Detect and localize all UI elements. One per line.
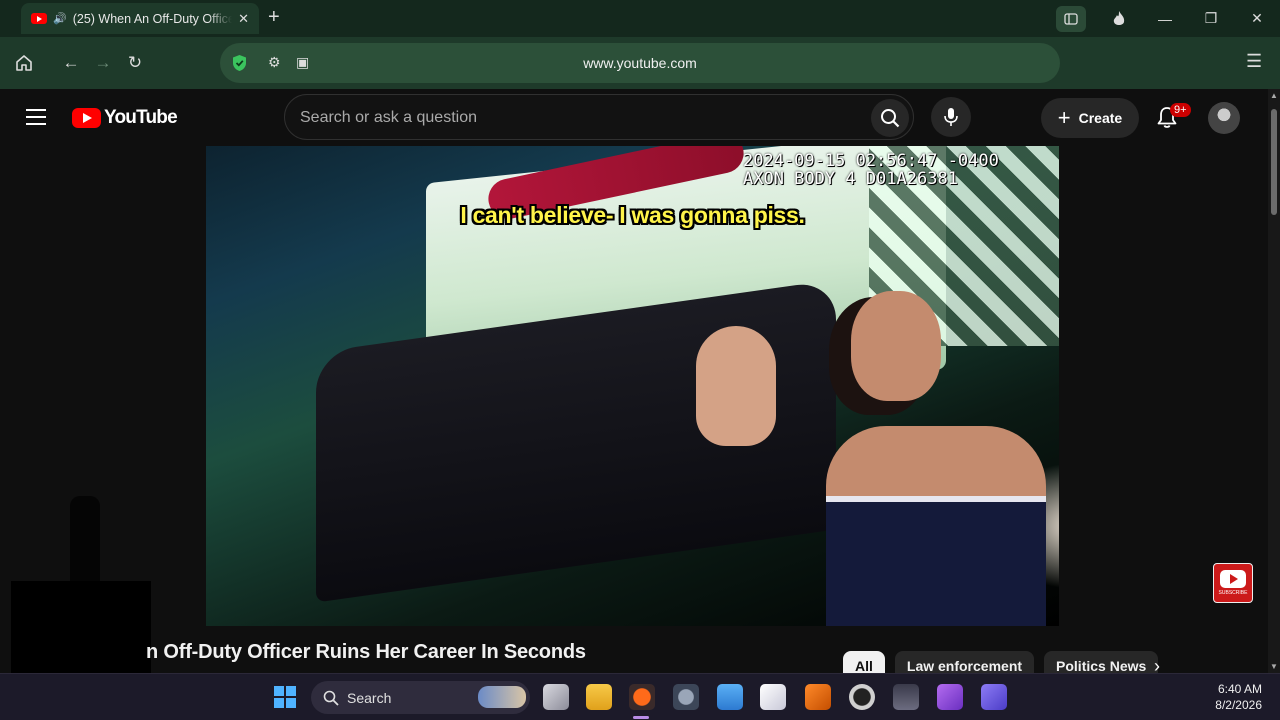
browser-toolbar: ← → ↻ ⚙ ▣ www.youtube.com ☰ — [0, 37, 1280, 89]
browser-app-icon[interactable] — [629, 684, 655, 710]
create-button[interactable]: + Create — [1041, 98, 1139, 138]
watermark-label: SUBSCRIBE — [1218, 590, 1248, 596]
file-explorer-icon[interactable] — [586, 684, 612, 710]
voice-search-button[interactable] — [931, 97, 971, 137]
search-icon — [881, 109, 900, 128]
flame-icon[interactable] — [1096, 0, 1142, 37]
url-text: www.youtube.com — [583, 55, 697, 71]
close-tab-icon[interactable]: ✕ — [238, 11, 249, 27]
reload-icon[interactable]: ↻ — [123, 51, 147, 75]
back-icon[interactable]: ← — [59, 51, 83, 75]
video-frame[interactable]: 2024-09-15 02:56:47 -0400 AXON BODY 4 D0… — [206, 146, 1059, 626]
search-input[interactable]: Search or ask a question — [300, 109, 477, 127]
taskbar-search-label: Search — [347, 689, 392, 706]
youtube-wordmark: YouTube — [104, 107, 178, 128]
youtube-logo[interactable]: YouTube — [72, 107, 178, 129]
scrollbar-thumb[interactable] — [1271, 109, 1277, 215]
background-silhouette — [70, 496, 100, 586]
notepad-icon[interactable] — [717, 684, 743, 710]
notification-badge: 9+ — [1170, 103, 1191, 117]
video-caption: I can't believe- I was gonna piss. — [460, 202, 805, 228]
page-scrollbar[interactable]: ▲ ▼ — [1268, 89, 1280, 673]
app-launcher-icon[interactable] — [981, 684, 1007, 710]
microphone-icon — [944, 108, 958, 126]
address-bar[interactable]: ⚙ ▣ www.youtube.com — [220, 43, 1060, 83]
bodycam-timestamp: 2024-09-15 02:56:47 -0400 — [743, 151, 999, 171]
search-icon — [323, 690, 339, 706]
close-window-icon[interactable]: ✕ — [1234, 0, 1280, 37]
audio-playing-icon[interactable]: 🔊 — [53, 12, 67, 25]
scroll-up-icon[interactable]: ▲ — [1270, 91, 1278, 100]
clock-date: 8/2/2026 — [1215, 698, 1262, 712]
video-player[interactable]: 2024-09-15 02:56:47 -0400 AXON BODY 4 D0… — [0, 146, 1268, 626]
paint-icon[interactable] — [760, 684, 786, 710]
youtube-favicon-icon — [31, 13, 47, 24]
windows-taskbar: Search 6:40 AM 8/2/2026 — [0, 673, 1280, 720]
browser-tab[interactable]: 🔊 (25) When An Off-Duty Officer Ruins He… — [21, 3, 259, 34]
calculator-icon[interactable] — [893, 684, 919, 710]
task-view-icon[interactable] — [543, 684, 569, 710]
scroll-down-icon[interactable]: ▼ — [1270, 662, 1278, 671]
guide-menu-icon[interactable] — [26, 109, 46, 125]
play-icon — [1220, 570, 1246, 588]
start-windows-icon[interactable] — [274, 686, 296, 708]
fl-studio-icon[interactable] — [805, 684, 831, 710]
window-controls: — ❐ ✕ — [1056, 0, 1280, 37]
forward-icon[interactable]: → — [91, 51, 115, 75]
search-button[interactable] — [871, 99, 909, 137]
obs-icon[interactable] — [849, 684, 875, 710]
restore-icon[interactable]: ❐ — [1188, 0, 1234, 37]
minimize-icon[interactable]: — — [1142, 0, 1188, 37]
sidebar-toggle-icon[interactable] — [1056, 5, 1086, 32]
system-clock[interactable]: 6:40 AM 8/2/2026 — [1196, 681, 1262, 713]
clock-time: 6:40 AM — [1217, 682, 1262, 696]
tab-title: (25) When An Off-Duty Officer Ruins Her … — [72, 11, 233, 26]
video-editor-icon[interactable] — [937, 684, 963, 710]
create-label: Create — [1078, 110, 1123, 126]
settings-gear-icon[interactable] — [673, 684, 699, 710]
search-box[interactable]: Search or ask a question — [284, 94, 914, 140]
bodycam-overlay: 2024-09-15 02:56:47 -0400 AXON BODY 4 D0… — [743, 152, 999, 188]
browser-tab-strip: 🔊 (25) When An Off-Duty Officer Ruins He… — [0, 0, 1280, 37]
youtube-header: YouTube Search or ask a question + Creat… — [0, 89, 1268, 146]
active-app-indicator — [633, 716, 649, 719]
taskbar-search[interactable]: Search — [311, 681, 530, 714]
video-title: n Off-Duty Officer Ruins Her Career In S… — [146, 641, 586, 663]
browser-menu-icon[interactable]: ☰ — [1246, 51, 1262, 72]
search-highlight-icon — [478, 686, 526, 708]
youtube-play-icon — [72, 108, 101, 128]
video-person — [696, 286, 1059, 626]
new-tab-icon[interactable]: + — [268, 6, 280, 29]
subscribe-watermark[interactable]: SUBSCRIBE — [1213, 563, 1253, 603]
home-icon[interactable] — [12, 51, 36, 75]
bodycam-device: AXON BODY 4 D01A26381 — [743, 169, 958, 189]
plus-icon: + — [1057, 105, 1071, 130]
avatar[interactable] — [1208, 102, 1240, 134]
